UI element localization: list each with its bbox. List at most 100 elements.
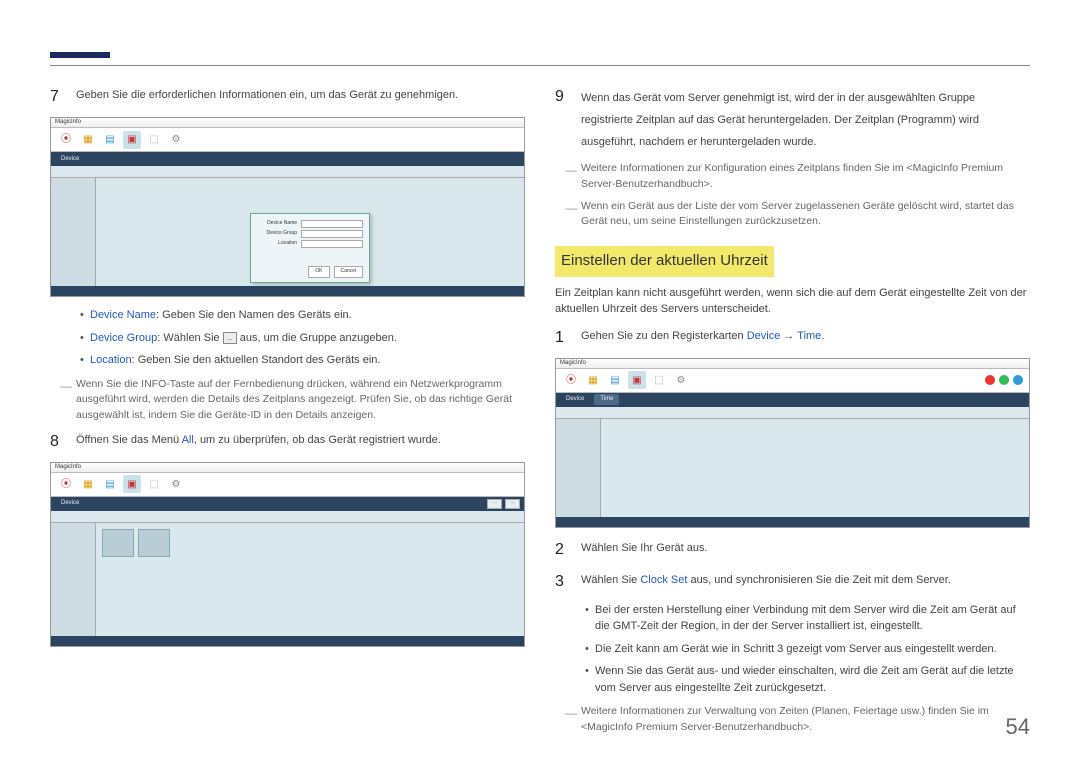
figure-sidebar [51, 178, 96, 286]
figure-footer [51, 636, 524, 646]
nav-icon: ▤ [606, 371, 624, 389]
list-item: Device Name: Geben Sie den Namen des Ger… [80, 307, 525, 324]
step-2: 2 Wählen Sie Ihr Gerät aus. [555, 538, 1030, 562]
list-item: Location: Geben Sie den aktuellen Stando… [80, 352, 525, 369]
text: . [821, 330, 824, 342]
mini-button: ⋯ [487, 499, 502, 509]
figure-titlebar: MagicInfo [556, 359, 1029, 369]
figure-approve-device: MagicInfo ⦿ ▦ ▤ ▣ ⬚ ⚙ Device [50, 117, 525, 297]
right-column: 9 Wenn das Gerät vom Server genehmigt is… [555, 85, 1030, 742]
figure-subbar [51, 166, 524, 178]
nav-icon: ▦ [79, 475, 97, 493]
note: Weitere Informationen zur Verwaltung von… [555, 704, 1030, 736]
nav-icon: ⚙ [167, 475, 185, 493]
nav-icon: ⦿ [57, 131, 75, 149]
step-number: 9 [555, 85, 567, 153]
page-number: 54 [1006, 710, 1030, 743]
step-text: Öffnen Sie das Menü All, um zu überprüfe… [76, 430, 525, 454]
step-text: Wählen Sie Clock Set aus, und synchronis… [581, 570, 1030, 594]
text: Wählen Sie [581, 574, 640, 586]
step-number: 8 [50, 430, 62, 454]
nav-icon: ⚙ [167, 131, 185, 149]
nav-icon: ▣ [123, 475, 141, 493]
figure-device-time: MagicInfo ⦿ ▦ ▤ ▣ ⬚ ⚙ Device Time [555, 358, 1030, 528]
status-icon [999, 375, 1009, 385]
select-icon: ... [223, 332, 237, 344]
dialog-input [301, 230, 363, 238]
figure-sidebar [556, 419, 601, 517]
figure-tab: Device [55, 498, 85, 509]
field-description-list: Device Name: Geben Sie den Namen des Ger… [50, 307, 525, 369]
step-3: 3 Wählen Sie Clock Set aus, und synchron… [555, 570, 1030, 594]
step-text: Wenn das Gerät vom Server genehmigt ist,… [581, 85, 1030, 153]
figure-tab: Device [55, 154, 85, 165]
arrow: → [780, 330, 797, 342]
step-1: 1 Gehen Sie zu den Registerkarten Device… [555, 326, 1030, 350]
list-item: Bei der ersten Herstellung einer Verbind… [585, 602, 1030, 635]
step-number: 7 [50, 85, 62, 109]
two-column-layout: 7 Geben Sie die erforderlichen Informati… [50, 85, 1030, 742]
figure-subbar [556, 407, 1029, 419]
nav-icon: ▦ [584, 371, 602, 389]
text: , um zu überprüfen, ob das Gerät registr… [194, 434, 441, 446]
figure-iconbar: ⦿ ▦ ▤ ▣ ⬚ ⚙ [51, 473, 524, 497]
text: Öffnen Sie das Menü [76, 434, 182, 446]
dialog-label: Device Group [257, 230, 297, 238]
nav-icon: ⚙ [672, 371, 690, 389]
device-thumbnail [102, 529, 134, 557]
keyword: Location [90, 354, 132, 366]
list-item: Wenn Sie das Gerät aus- und wieder einsc… [585, 663, 1030, 696]
clock-notes-list: Bei der ersten Herstellung einer Verbind… [555, 602, 1030, 697]
figure-main-area [96, 523, 524, 636]
note: Wenn Sie die INFO-Taste auf der Fernbedi… [50, 377, 525, 424]
nav-icon: ▣ [123, 131, 141, 149]
step-text: Geben Sie die erforderlichen Information… [76, 85, 525, 109]
list-text: : Wählen Sie [157, 332, 222, 344]
figure-titlebar: MagicInfo [51, 463, 524, 473]
figure-iconbar: ⦿ ▦ ▤ ▣ ⬚ ⚙ [51, 128, 524, 152]
text: Gehen Sie zu den Registerkarten [581, 330, 747, 342]
step-9: 9 Wenn das Gerät vom Server genehmigt is… [555, 85, 1030, 153]
figure-main-area: Device Name Device Group Location OK Can… [96, 178, 524, 286]
chapter-bar [50, 52, 110, 58]
note: Weitere Informationen zur Konfiguration … [555, 161, 1030, 193]
header-rule [50, 65, 1030, 66]
list-item: Device Group: Wählen Sie ... aus, um die… [80, 330, 525, 347]
figure-tab-active: Time [594, 394, 619, 405]
dialog-ok-button: OK [308, 266, 329, 278]
step-number: 1 [555, 326, 567, 350]
approve-dialog: Device Name Device Group Location OK Can… [250, 213, 370, 283]
keyword: Time [797, 330, 821, 342]
figure-titlebar: MagicInfo [51, 118, 524, 128]
figure-sidebar [51, 523, 96, 636]
figure-footer [556, 517, 1029, 527]
figure-tab-strip: Device [51, 152, 524, 166]
figure-tab-strip: Device Time [556, 393, 1029, 407]
nav-icon: ⬚ [145, 475, 163, 493]
nav-icon: ⬚ [145, 131, 163, 149]
section-heading: Einstellen der aktuellen Uhrzeit [555, 246, 774, 277]
figure-all-menu: MagicInfo ⦿ ▦ ▤ ▣ ⬚ ⚙ Device ⋯⋯ [50, 462, 525, 647]
list-text: : Geben Sie den aktuellen Standort des G… [132, 354, 381, 366]
keyword: All [182, 434, 194, 446]
figure-tab: Device [560, 394, 590, 405]
nav-icon: ▦ [79, 131, 97, 149]
mini-button: ⋯ [505, 499, 520, 509]
status-icon [1013, 375, 1023, 385]
dialog-label: Device Name [257, 220, 297, 228]
nav-icon: ▣ [628, 371, 646, 389]
step-7: 7 Geben Sie die erforderlichen Informati… [50, 85, 525, 109]
step-8: 8 Öffnen Sie das Menü All, um zu überprü… [50, 430, 525, 454]
figure-tab-strip: Device ⋯⋯ [51, 497, 524, 511]
step-number: 2 [555, 538, 567, 562]
figure-iconbar: ⦿ ▦ ▤ ▣ ⬚ ⚙ [556, 369, 1029, 393]
step-number: 3 [555, 570, 567, 594]
dialog-label: Location [257, 240, 297, 248]
left-column: 7 Geben Sie die erforderlichen Informati… [50, 85, 525, 742]
status-icon [985, 375, 995, 385]
nav-icon: ▤ [101, 475, 119, 493]
dialog-cancel-button: Cancel [334, 266, 364, 278]
nav-icon: ▤ [101, 131, 119, 149]
keyword: Device [747, 330, 781, 342]
dialog-input [301, 240, 363, 248]
